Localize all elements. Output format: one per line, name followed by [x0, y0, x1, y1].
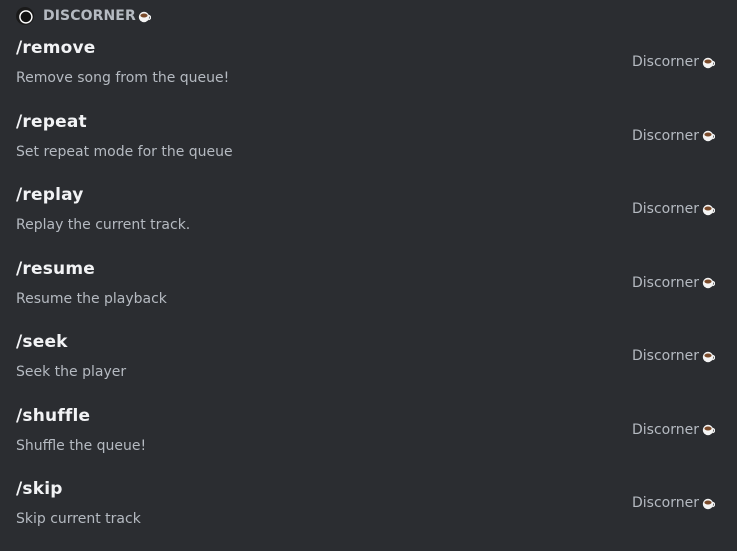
command-item-resume[interactable]: /resume Resume the playback Discorner [0, 257, 737, 331]
command-description: Seek the player [16, 364, 127, 380]
command-item-shuffle[interactable]: /shuffle Shuffle the queue! Discorner [0, 404, 737, 478]
command-name: /shuffle [16, 405, 91, 426]
coffee-cup-icon [702, 350, 715, 363]
command-item-remove[interactable]: /remove Remove song from the queue! Disc… [0, 36, 737, 110]
command-source-label: Discorner [632, 495, 699, 511]
coffee-cup-icon [702, 56, 715, 69]
coffee-cup-icon [702, 497, 715, 510]
command-source: Discorner [632, 348, 715, 364]
group-title: DISCORNER [43, 8, 151, 24]
command-description: Set repeat mode for the queue [16, 143, 233, 160]
coffee-cup-icon [138, 10, 151, 23]
command-source: Discorner [632, 495, 715, 511]
command-name: /skip [16, 479, 63, 499]
command-source-label: Discorner [632, 421, 699, 438]
command-description: Replay the current track. [16, 217, 191, 233]
command-item-skip[interactable]: /skip Skip current track Discorner [0, 477, 737, 551]
command-item-replay[interactable]: /replay Replay the current track. Discor… [0, 183, 737, 257]
command-source: Discorner [632, 275, 715, 291]
command-list: /remove Remove song from the queue! Disc… [0, 36, 737, 551]
bot-avatar-icon [16, 7, 34, 25]
command-name: /repeat [16, 111, 87, 132]
group-title-text: DISCORNER [43, 8, 136, 24]
command-source: Discorner [632, 54, 715, 70]
command-source-label: Discorner [632, 274, 699, 291]
command-source-label: Discorner [632, 54, 699, 70]
coffee-cup-icon [702, 203, 715, 216]
command-item-repeat[interactable]: /repeat Set repeat mode for the queue Di… [0, 110, 737, 184]
command-name: /replay [16, 185, 84, 205]
command-source-label: Discorner [632, 127, 699, 144]
coffee-cup-icon [702, 276, 715, 289]
command-description: Remove song from the queue! [16, 70, 230, 86]
command-item-seek[interactable]: /seek Seek the player Discorner [0, 330, 737, 404]
command-source-label: Discorner [632, 201, 699, 217]
command-description: Skip current track [16, 511, 141, 527]
command-description: Resume the playback [16, 290, 167, 307]
coffee-cup-icon [702, 423, 715, 436]
coffee-cup-icon [702, 129, 715, 142]
command-source: Discorner [632, 422, 715, 438]
command-source-label: Discorner [632, 348, 699, 364]
command-source: Discorner [632, 201, 715, 217]
command-name: /resume [16, 258, 95, 279]
command-group-header: DISCORNER [16, 6, 151, 26]
command-source: Discorner [632, 128, 715, 144]
command-name: /seek [16, 332, 68, 352]
command-description: Shuffle the queue! [16, 437, 147, 454]
command-name: /remove [16, 38, 96, 58]
